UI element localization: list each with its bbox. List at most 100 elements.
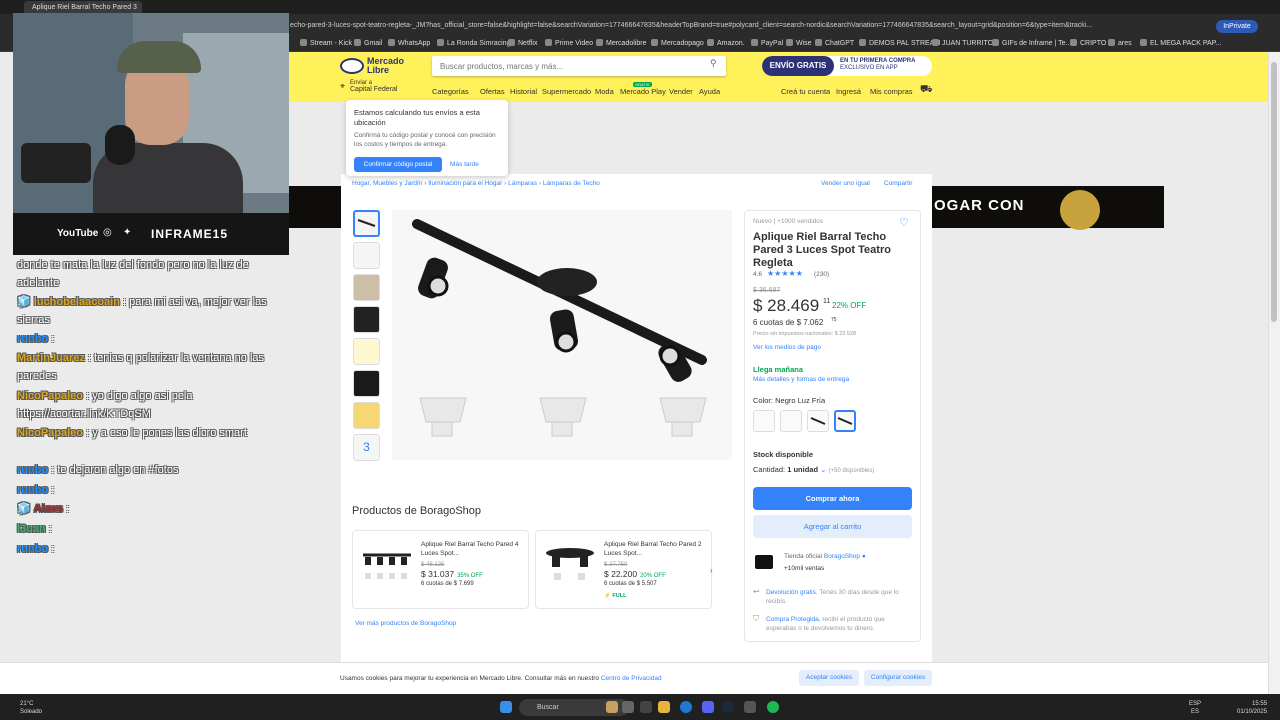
- payments-link[interactable]: Ver los medios de pago: [753, 344, 821, 351]
- search-icon[interactable]: ⚲: [710, 58, 720, 68]
- purchase-protection: Compra Protegida, recibí el producto que…: [766, 616, 885, 632]
- system-clock[interactable]: 15:55 01/10/2025: [1237, 700, 1267, 716]
- bookmark-item[interactable]: Amazon.: [707, 39, 745, 47]
- nav-ayuda[interactable]: Ayuda: [699, 87, 720, 96]
- related-product-card[interactable]: Aplique Riel Barral Techo Pared 4 Luces …: [352, 530, 529, 609]
- thumbnail[interactable]: [353, 402, 380, 429]
- task-view-icon[interactable]: [622, 701, 634, 713]
- app-icon[interactable]: [640, 701, 652, 713]
- configure-cookies-button[interactable]: Configurar cookies: [864, 670, 932, 686]
- bookmark-item[interactable]: Gmail: [354, 39, 382, 47]
- related-product-card[interactable]: Aplique Riel Barral Techo Pared 2 Luces …: [535, 530, 712, 609]
- chat-message: donde te mata la luz del fondo pero no l…: [17, 259, 249, 289]
- thumbnail[interactable]: [353, 306, 380, 333]
- weather-widget[interactable]: 21°C Soleado: [20, 700, 42, 716]
- edge-icon[interactable]: [680, 701, 692, 713]
- spotify-icon[interactable]: [767, 701, 779, 713]
- breadcrumb-item[interactable]: Hogar, Muebles y Jardín: [352, 180, 422, 187]
- thumbnail[interactable]: [353, 370, 380, 397]
- thumbnail[interactable]: [353, 242, 380, 269]
- bookmark-item[interactable]: CRIPTO: [1070, 39, 1106, 47]
- file-explorer-icon[interactable]: [658, 701, 670, 713]
- privacy-center-link[interactable]: Centro de Privacidad: [601, 675, 662, 682]
- language-indicator[interactable]: ESP ES: [1189, 700, 1201, 716]
- store-logo[interactable]: [755, 555, 773, 569]
- create-account-link[interactable]: Creá tu cuenta: [781, 87, 830, 96]
- cart-icon[interactable]: ⛟: [920, 84, 933, 97]
- thumbnail[interactable]: [353, 274, 380, 301]
- bookmark-item[interactable]: Wise: [786, 39, 812, 47]
- bookmark-item[interactable]: La Ronda Simracing: [437, 39, 510, 47]
- buy-now-button[interactable]: Comprar ahora: [753, 487, 912, 510]
- bookmark-item[interactable]: DEMOS PAL STREAM: [859, 39, 940, 47]
- color-swatch-selected[interactable]: [834, 410, 856, 432]
- bookmark-item[interactable]: Mercadolibre: [596, 39, 646, 47]
- breadcrumb-item[interactable]: Lámparas: [508, 180, 537, 187]
- bookmark-item[interactable]: JUAN TURRITO: [932, 39, 993, 47]
- bookmark-item[interactable]: ares: [1108, 39, 1132, 47]
- breadcrumb-item[interactable]: Lámparas de Techo: [543, 180, 600, 187]
- bookmark-item[interactable]: WhatsApp: [388, 39, 430, 47]
- sell-same-link[interactable]: Vender uno igual: [821, 180, 870, 187]
- search-box[interactable]: [432, 56, 726, 76]
- accept-cookies-button[interactable]: Aceptar cookies: [799, 670, 859, 686]
- store-link[interactable]: BoragoShop: [824, 553, 860, 560]
- review-count[interactable]: (230): [814, 271, 829, 278]
- bookmark-item[interactable]: EL MEGA PACK PAP...: [1140, 39, 1221, 47]
- heart-icon[interactable]: ♡: [899, 216, 911, 229]
- discord-icon[interactable]: [702, 701, 714, 713]
- promo-sub-text: EN TU PRIMERA COMPRA EXCLUSIVO EN APP: [840, 58, 916, 71]
- login-link[interactable]: Ingresá: [836, 87, 861, 96]
- bookmark-item[interactable]: ChatGPT: [815, 39, 854, 47]
- banner-left[interactable]: [289, 186, 341, 228]
- breadcrumb-separator: ›: [424, 180, 427, 187]
- nav-historial[interactable]: Historial: [510, 87, 537, 96]
- nav-moda[interactable]: Moda: [595, 87, 614, 96]
- bookmark-item[interactable]: Prime Video: [545, 39, 593, 47]
- steam-icon[interactable]: [722, 701, 734, 713]
- quantity-selector[interactable]: Cantidad: 1 unidad ⌄ (+50 disponibles): [753, 465, 874, 474]
- later-link[interactable]: Más tarde: [450, 157, 479, 172]
- inprivate-badge[interactable]: InPrivate: [1216, 20, 1258, 33]
- breadcrumb-item[interactable]: Iluminación para el Hogar: [428, 180, 502, 187]
- more-thumbnails[interactable]: 3: [353, 434, 380, 461]
- nav-categorias[interactable]: Categorías: [432, 87, 469, 96]
- bookmark-item[interactable]: PayPal: [751, 39, 783, 47]
- app-icon[interactable]: [744, 701, 756, 713]
- location-tooltip: Estamos calculando tus envíos a esta ubi…: [346, 100, 508, 176]
- color-swatch[interactable]: [807, 410, 829, 432]
- my-purchases-link[interactable]: Mis compras: [870, 87, 913, 96]
- thumbnail[interactable]: [353, 210, 380, 237]
- add-to-cart-button[interactable]: Agregar al carrito: [753, 515, 912, 538]
- old-price: $ 36.687: [753, 287, 781, 294]
- nav-mercado-play[interactable]: Mercado Play: [620, 87, 666, 96]
- search-input[interactable]: [432, 56, 702, 76]
- breadcrumb-separator: ›: [538, 180, 542, 187]
- mercadolibre-logo[interactable]: Mercado Libre: [340, 56, 410, 82]
- scrollbar-thumb[interactable]: [1271, 62, 1277, 322]
- banner-right[interactable]: OGAR CON: [932, 186, 1164, 230]
- location-selector[interactable]: ⌖ Enviar a Capital Federal: [340, 80, 410, 98]
- color-swatch[interactable]: [753, 410, 775, 432]
- windows-start-icon[interactable]: [500, 701, 512, 713]
- carousel-next-icon[interactable]: ›: [710, 566, 713, 575]
- confirm-postal-code-button[interactable]: Confirmar código postal: [354, 157, 442, 172]
- share-link[interactable]: Compartir: [884, 180, 913, 187]
- delivery-link[interactable]: Más detalles y formas de entrega: [753, 376, 849, 383]
- thumbnail[interactable]: [353, 338, 380, 365]
- free-shipping-promo[interactable]: ENVÍO GRATIS EN TU PRIMERA COMPRA EXCLUSI…: [762, 56, 932, 76]
- nav-ofertas[interactable]: Ofertas: [480, 87, 505, 96]
- taxes-note: Precio sin impuestos nacionales: $ 23.52…: [753, 331, 857, 337]
- product-main-image[interactable]: [392, 210, 732, 460]
- url-field[interactable]: echo-pared-3-luces-spot-teatro-regleta-_…: [290, 18, 1100, 33]
- return-icon: ↩: [753, 587, 760, 596]
- bookmark-item[interactable]: Netflix: [508, 39, 537, 47]
- nav-vender[interactable]: Vender: [669, 87, 693, 96]
- bookmark-item[interactable]: Stream - Kick: [300, 39, 352, 47]
- bookmark-item[interactable]: Mercadopago: [651, 39, 704, 47]
- more-products-link[interactable]: Ver más productos de BoragoShop: [355, 620, 456, 627]
- nav-supermercado[interactable]: Supermercado: [542, 87, 591, 96]
- widgets-icon[interactable]: [606, 701, 618, 713]
- color-swatch[interactable]: [780, 410, 802, 432]
- bookmark-item[interactable]: GIFs de Inframe | Te...: [992, 39, 1071, 47]
